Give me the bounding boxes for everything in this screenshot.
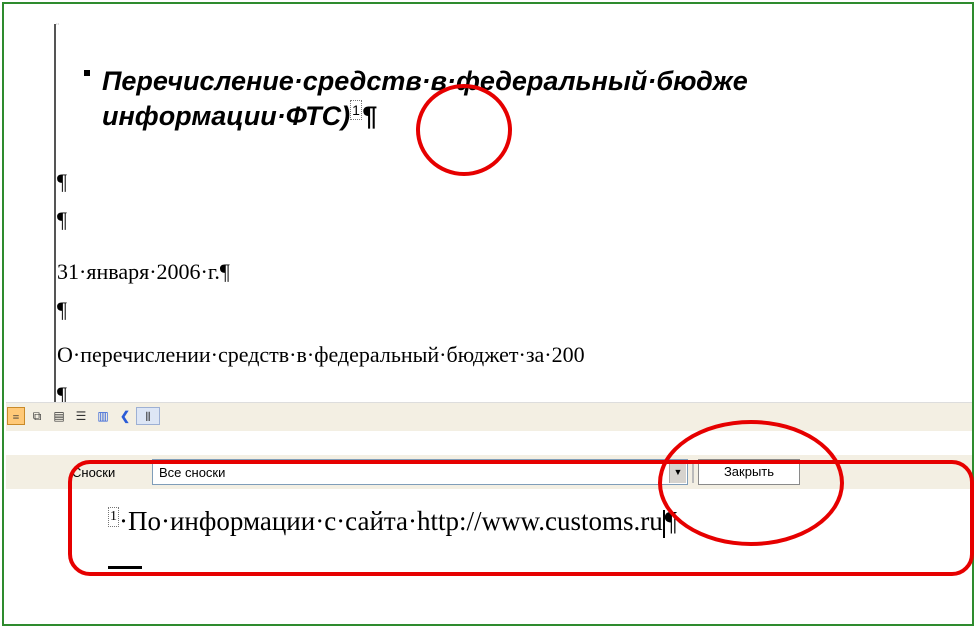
web-layout-icon[interactable]: ⧉ bbox=[28, 407, 46, 425]
heading-line-2-text: информации·ФТС) bbox=[102, 101, 351, 131]
scrollbar-thumb[interactable]: ⦀ bbox=[136, 407, 160, 425]
print-layout-icon[interactable]: ▤ bbox=[50, 407, 68, 425]
pilcrow: ¶ bbox=[361, 101, 377, 131]
date-paragraph[interactable]: 31·января·2006·г.¶ bbox=[57, 259, 230, 285]
empty-paragraph[interactable]: ¶ bbox=[57, 169, 67, 195]
highlight-oval-footnote-ref bbox=[416, 84, 512, 176]
empty-paragraph[interactable]: ¶ bbox=[57, 297, 67, 323]
empty-paragraph[interactable]: ¶ bbox=[57, 207, 67, 233]
normal-view-icon[interactable]: ≡ bbox=[7, 407, 25, 425]
scroll-left-icon[interactable]: ❮ bbox=[116, 407, 134, 425]
highlight-rect-footnote-pane bbox=[68, 460, 974, 576]
hidden-mark: ¨ bbox=[56, 22, 60, 33]
body-paragraph[interactable]: О·перечислении·средств·в·федеральный·бюд… bbox=[57, 342, 585, 368]
bullet-marker bbox=[84, 70, 90, 76]
reading-layout-icon[interactable]: ▥ bbox=[94, 407, 112, 425]
footnote-reference[interactable]: 1 bbox=[350, 100, 362, 120]
view-toolbar: ≡ ⧉ ▤ ☰ ▥ ❮ ⦀ bbox=[6, 402, 972, 432]
outline-view-icon[interactable]: ☰ bbox=[72, 407, 90, 425]
heading-line-1: Перечисление·средств·в·федеральный·бюдже bbox=[102, 66, 748, 96]
